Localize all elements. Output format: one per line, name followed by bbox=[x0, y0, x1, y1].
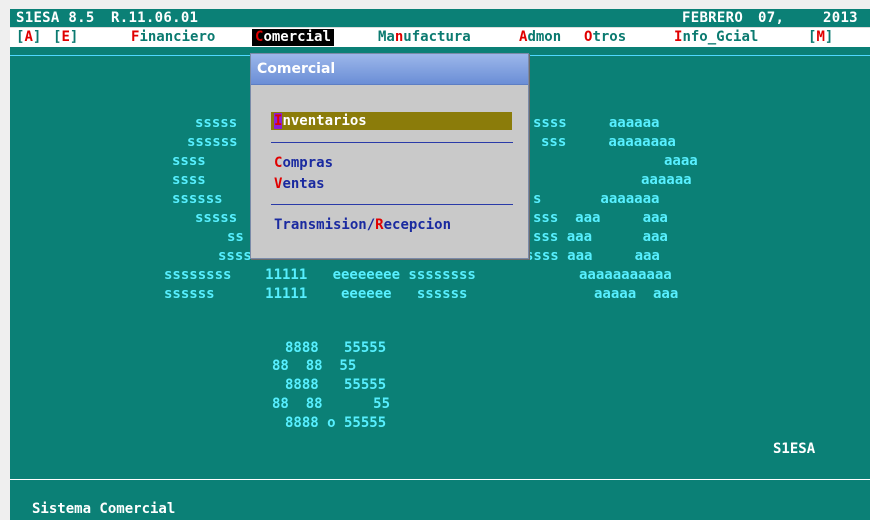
logo-line: aaaaaa bbox=[641, 172, 692, 188]
logo-line: ss bbox=[227, 229, 244, 245]
logo-line: ssss aaaaaa bbox=[533, 115, 660, 131]
status-bar-text: Sistema Comercial bbox=[32, 501, 176, 517]
menu-separator bbox=[271, 204, 513, 205]
logo-line: aaaa bbox=[664, 153, 698, 169]
dropdown-title-bar: Comercial bbox=[251, 54, 528, 85]
logo-line: 88 88 55 bbox=[272, 396, 391, 412]
brand-watermark: S1ESA bbox=[773, 441, 816, 457]
logo-line: aaaaa aaa bbox=[594, 286, 679, 302]
menu-option-compras[interactable]: Compras bbox=[274, 154, 333, 172]
menu-option-ventas[interactable]: Ventas bbox=[274, 175, 325, 193]
logo-line: sss aaaaaaaa bbox=[541, 134, 676, 150]
logo-line: 8888 55555 bbox=[285, 340, 387, 356]
logo-line: 8888 o 55555 bbox=[285, 415, 387, 431]
logo-line: sssss bbox=[195, 210, 238, 226]
logo-line: ssss aaa aaa bbox=[525, 248, 660, 264]
logo-line: ssss bbox=[172, 172, 206, 188]
logo-line: ssss bbox=[172, 153, 206, 169]
menu-separator bbox=[271, 142, 513, 143]
logo-line: ssssssss 11111 eeeeeeee ssssssss bbox=[164, 267, 476, 283]
logo-line: aaaaaaaaaaa bbox=[579, 267, 672, 283]
logo-line: 88 88 55 bbox=[272, 358, 357, 374]
terminal-screen: S1ESA 8.5 R.11.06.01 FEBRERO 07, 2013 [A… bbox=[10, 9, 870, 520]
status-divider bbox=[10, 479, 870, 480]
logo-line: 8888 55555 bbox=[285, 377, 387, 393]
comercial-dropdown-menu: Comercial Inventarios Compras Ventas Tra… bbox=[250, 53, 529, 259]
logo-line: ssssss bbox=[187, 134, 238, 150]
menu-option-transmision-recepcion[interactable]: Transmision/Recepcion bbox=[274, 216, 451, 234]
logo-line: ssssss bbox=[172, 191, 223, 207]
dropdown-title: Comercial bbox=[257, 61, 336, 77]
menu-option-inventarios[interactable]: Inventarios bbox=[271, 112, 512, 130]
logo-line: ssssss 11111 eeeeee ssssss bbox=[164, 286, 468, 302]
logo-line: s aaaaaaa bbox=[533, 191, 660, 207]
logo-line: sss aaa aaa bbox=[533, 229, 668, 245]
logo-line: sssss bbox=[195, 115, 238, 131]
logo-line: sss aaa aaa bbox=[533, 210, 668, 226]
